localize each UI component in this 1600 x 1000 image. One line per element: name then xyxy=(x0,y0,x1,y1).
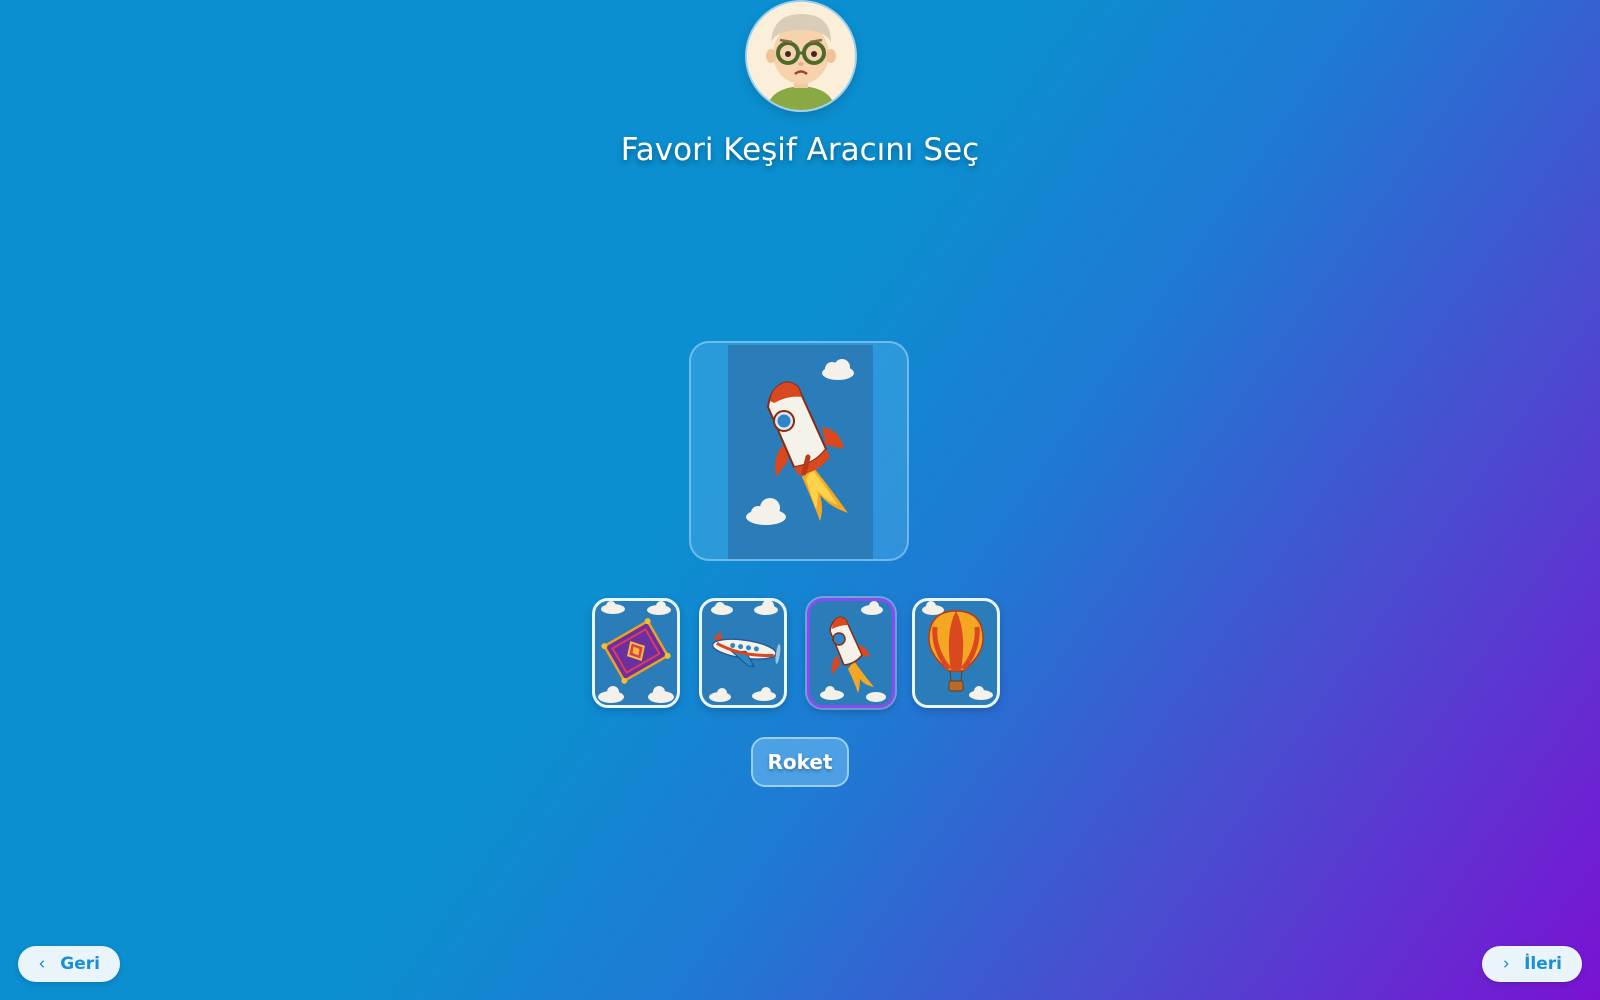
boy-with-glasses-icon xyxy=(747,2,855,110)
avatar xyxy=(745,0,857,112)
back-button[interactable]: Geri xyxy=(18,946,120,982)
next-button[interactable]: İleri xyxy=(1482,946,1582,982)
chevron-left-icon xyxy=(39,960,44,968)
rocket-icon xyxy=(746,359,854,525)
balloon-icon xyxy=(922,601,993,700)
vehicle-option-carpet[interactable] xyxy=(592,598,680,708)
airplane-icon xyxy=(709,601,781,702)
selected-vehicle-label: Roket xyxy=(751,737,849,787)
back-button-label: Geri xyxy=(60,954,100,974)
vehicle-option-rocket[interactable] xyxy=(807,598,895,708)
next-button-label: İleri xyxy=(1524,954,1562,974)
vehicle-option-balloon[interactable] xyxy=(912,598,1000,708)
carpet-icon xyxy=(598,601,674,703)
vehicle-preview xyxy=(689,341,909,561)
vehicle-option-airplane[interactable] xyxy=(699,598,787,708)
rocket-icon xyxy=(820,601,886,702)
chevron-right-icon xyxy=(1504,960,1509,968)
page-title: Favori Keşif Aracını Seç xyxy=(620,132,980,168)
